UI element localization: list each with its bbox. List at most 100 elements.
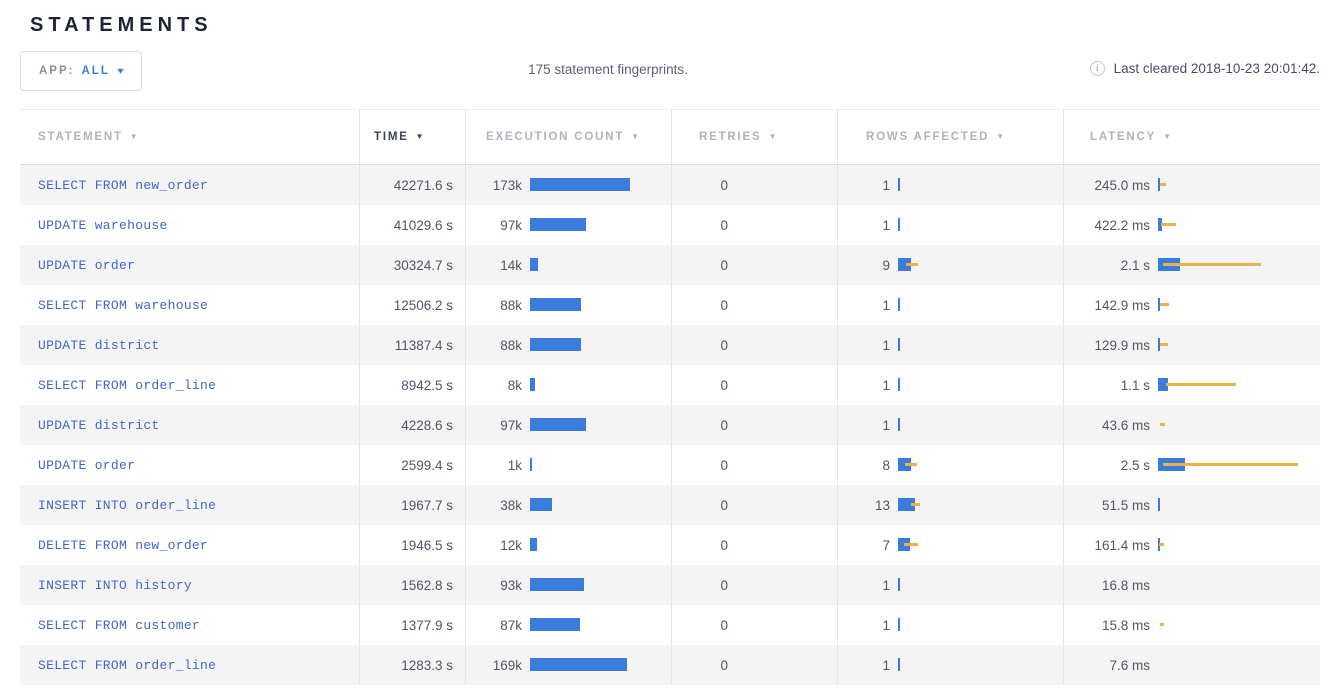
info-icon[interactable]: i xyxy=(1090,61,1105,76)
rows-affected-value: 9 xyxy=(838,258,890,273)
mean-bar xyxy=(530,418,586,431)
execution-count-value: 173k xyxy=(466,178,522,193)
column-header-retries[interactable]: RETRIES ▼ xyxy=(672,110,838,164)
statement-link[interactable]: SELECT FROM order_line xyxy=(38,658,216,673)
rows-affected-bar xyxy=(898,538,1063,552)
last-cleared-text: Last cleared 2018-10-23 20:01:42. xyxy=(1114,61,1320,76)
retries-value: 0 xyxy=(672,298,728,313)
app-filter-label: APP: xyxy=(39,65,74,77)
latency-value: 51.5 ms xyxy=(1064,498,1150,513)
app-filter-value: ALL xyxy=(81,65,109,77)
latency-bar xyxy=(1158,498,1320,512)
statement-link[interactable]: UPDATE order xyxy=(38,458,135,473)
table-row: INSERT INTO history 1562.8 s 93k 0 1 16.… xyxy=(20,565,1320,605)
fingerprint-summary: 175 statement fingerprints. xyxy=(528,62,688,77)
retries-value: 0 xyxy=(672,538,728,553)
rows-affected-bar xyxy=(898,458,1063,472)
rows-affected-bar xyxy=(898,618,1063,632)
column-header-rows-affected[interactable]: ROWS AFFECTED ▼ xyxy=(838,110,1064,164)
execution-count-cell: 14k xyxy=(466,245,672,285)
statement-link[interactable]: UPDATE district xyxy=(38,338,160,353)
execution-count-value: 169k xyxy=(466,658,522,673)
stddev-bar xyxy=(905,463,917,466)
mean-bar xyxy=(898,618,900,631)
statement-link[interactable]: INSERT INTO order_line xyxy=(38,498,216,513)
retries-value: 0 xyxy=(672,498,728,513)
latency-bar xyxy=(1158,378,1320,392)
execution-count-cell: 93k xyxy=(466,565,672,605)
rows-affected-value: 1 xyxy=(838,338,890,353)
retries-cell: 0 xyxy=(672,565,838,605)
retries-value: 0 xyxy=(672,378,728,393)
statements-page: STATEMENTS APP: ALL ▾ 175 statement fing… xyxy=(0,0,1336,685)
latency-cell: 43.6 ms xyxy=(1064,405,1320,445)
execution-count-cell: 87k xyxy=(466,605,672,645)
latency-bar xyxy=(1158,458,1320,472)
time-cell: 4228.6 s xyxy=(360,405,466,445)
execution-count-cell: 1k xyxy=(466,445,672,485)
statement-link[interactable]: UPDATE warehouse xyxy=(38,218,168,233)
execution-count-value: 14k xyxy=(466,258,522,273)
mean-bar xyxy=(898,218,900,231)
mean-bar xyxy=(898,418,900,431)
statement-cell: INSERT INTO history xyxy=(20,565,360,605)
table-row: UPDATE order 30324.7 s 14k 0 9 2.1 s xyxy=(20,245,1320,285)
time-cell: 30324.7 s xyxy=(360,245,466,285)
rows-affected-cell: 1 xyxy=(838,605,1064,645)
latency-value: 2.5 s xyxy=(1064,458,1150,473)
column-header-latency[interactable]: LATENCY ▼ xyxy=(1064,110,1320,164)
execution-count-bar xyxy=(530,218,671,232)
latency-cell: 142.9 ms xyxy=(1064,285,1320,325)
statement-cell: SELECT FROM customer xyxy=(20,605,360,645)
retries-value: 0 xyxy=(672,658,728,673)
statement-link[interactable]: SELECT FROM customer xyxy=(38,618,200,633)
sort-desc-icon: ▼ xyxy=(416,132,426,141)
execution-count-bar xyxy=(530,418,671,432)
retries-cell: 0 xyxy=(672,445,838,485)
latency-value: 245.0 ms xyxy=(1064,178,1150,193)
latency-bar xyxy=(1158,298,1320,312)
mean-bar xyxy=(530,618,580,631)
statement-link[interactable]: UPDATE district xyxy=(38,418,160,433)
time-cell: 11387.4 s xyxy=(360,325,466,365)
column-header-time[interactable]: TIME ▼ xyxy=(360,110,466,164)
app-filter-dropdown[interactable]: APP: ALL ▾ xyxy=(20,51,142,91)
statement-link[interactable]: SELECT FROM order_line xyxy=(38,378,216,393)
retries-value: 0 xyxy=(672,458,728,473)
toolbar: APP: ALL ▾ 175 statement fingerprints. i… xyxy=(20,51,1320,91)
table-header-row: STATEMENT ▼ TIME ▼ EXECUTION COUNT ▼ RET… xyxy=(20,110,1320,165)
mean-bar xyxy=(898,178,900,191)
column-header-statement[interactable]: STATEMENT ▼ xyxy=(20,110,360,164)
column-header-label: LATENCY xyxy=(1090,131,1156,143)
table-row: INSERT INTO order_line 1967.7 s 38k 0 13… xyxy=(20,485,1320,525)
statement-link[interactable]: SELECT FROM new_order xyxy=(38,178,208,193)
latency-cell: 1.1 s xyxy=(1064,365,1320,405)
statement-link[interactable]: DELETE FROM new_order xyxy=(38,538,208,553)
statement-cell: UPDATE warehouse xyxy=(20,205,360,245)
retries-cell: 0 xyxy=(672,285,838,325)
mean-bar xyxy=(530,338,581,351)
statement-link[interactable]: INSERT INTO history xyxy=(38,578,192,593)
execution-count-cell: 169k xyxy=(466,645,672,685)
statement-cell: UPDATE district xyxy=(20,325,360,365)
rows-affected-value: 1 xyxy=(838,578,890,593)
latency-cell: 129.9 ms xyxy=(1064,325,1320,365)
rows-affected-value: 8 xyxy=(838,458,890,473)
latency-value: 129.9 ms xyxy=(1064,338,1150,353)
time-cell: 1562.8 s xyxy=(360,565,466,605)
retries-cell: 0 xyxy=(672,205,838,245)
retries-cell: 0 xyxy=(672,245,838,285)
execution-count-value: 38k xyxy=(466,498,522,513)
statement-link[interactable]: UPDATE order xyxy=(38,258,135,273)
latency-bar xyxy=(1158,618,1320,632)
statement-link[interactable]: SELECT FROM warehouse xyxy=(38,298,208,313)
latency-cell: 15.8 ms xyxy=(1064,605,1320,645)
time-cell: 8942.5 s xyxy=(360,365,466,405)
column-header-execution-count[interactable]: EXECUTION COUNT ▼ xyxy=(466,110,672,164)
stddev-bar xyxy=(1160,343,1168,346)
statements-table: STATEMENT ▼ TIME ▼ EXECUTION COUNT ▼ RET… xyxy=(20,109,1320,685)
stddev-bar xyxy=(904,543,918,546)
execution-count-bar xyxy=(530,458,671,472)
latency-value: 422.2 ms xyxy=(1064,218,1150,233)
table-row: SELECT FROM customer 1377.9 s 87k 0 1 15… xyxy=(20,605,1320,645)
